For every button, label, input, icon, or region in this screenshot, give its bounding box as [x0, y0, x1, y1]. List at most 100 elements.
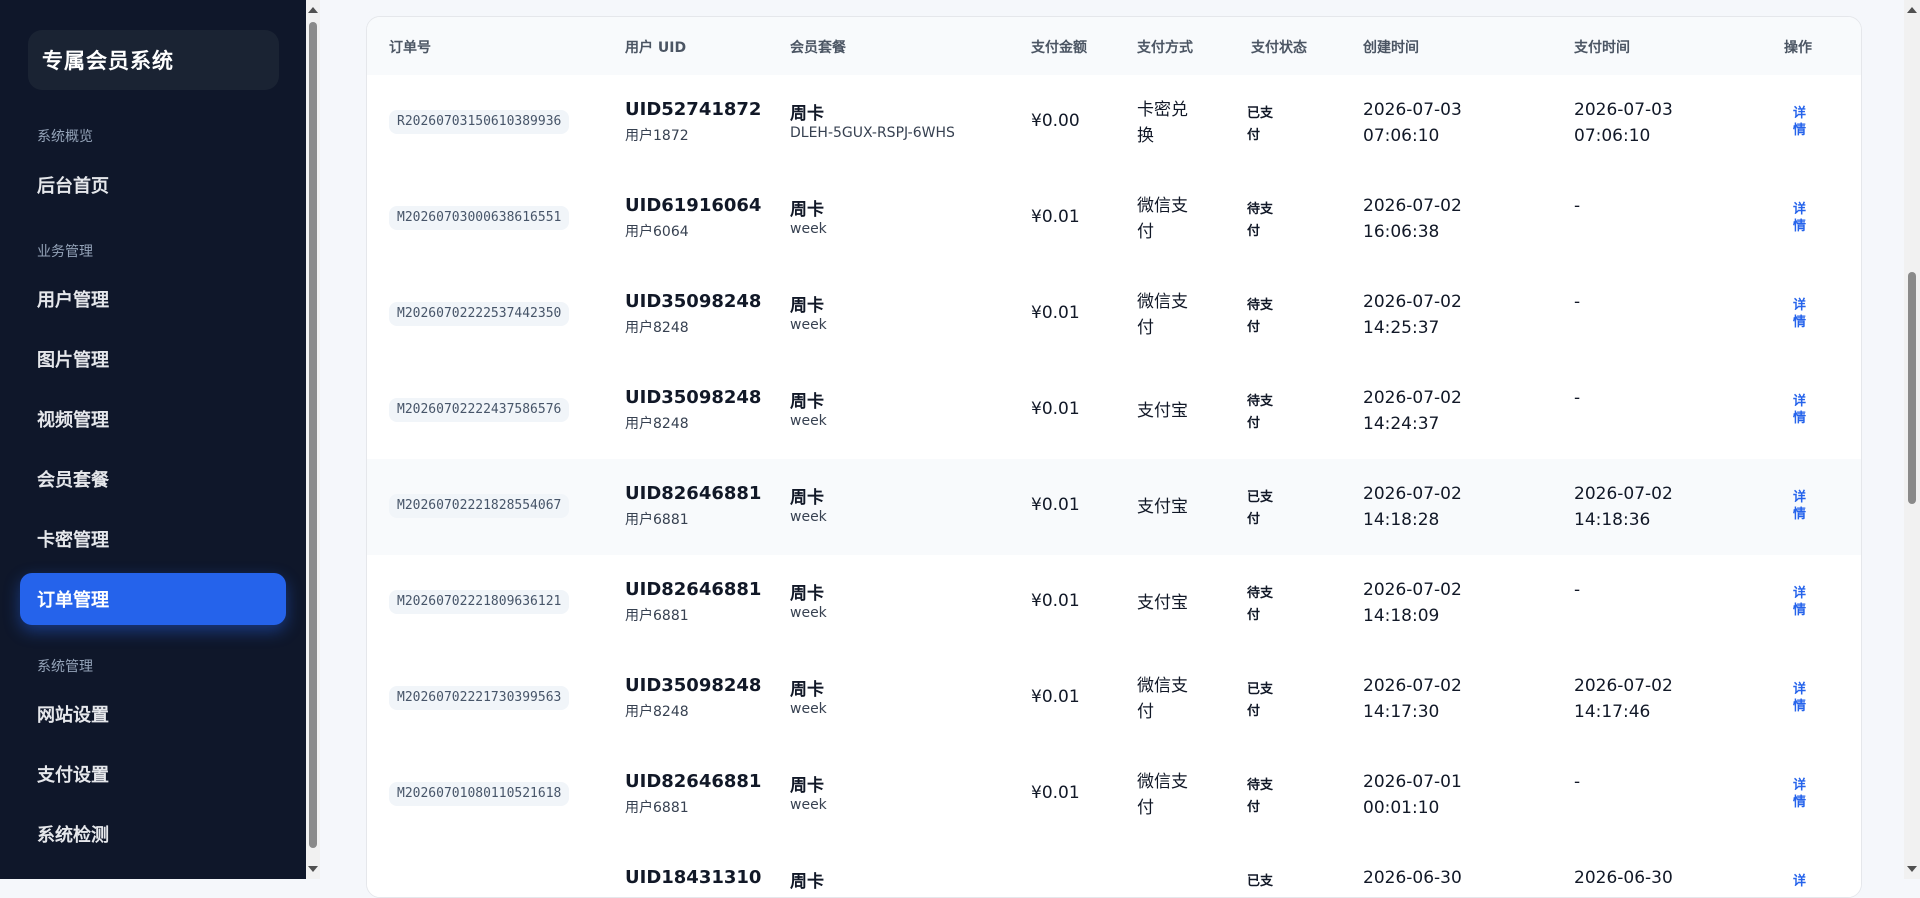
sidebar-item-system-check[interactable]: 系统检测 — [20, 808, 286, 860]
pay-method: 支付宝 — [1137, 593, 1188, 613]
plan-code: DLEH-5GUX-RSPJ-6WHS — [790, 125, 955, 141]
user-uid: UID82646881 — [625, 579, 762, 600]
detail-link[interactable]: 详 — [1793, 873, 1809, 890]
order-number: M20260702221828554067 — [389, 494, 570, 518]
col-header-action: 操作 — [1784, 40, 1812, 56]
sidebar-item-users[interactable]: 用户管理 — [20, 273, 286, 325]
col-header-plan: 会员套餐 — [790, 40, 846, 56]
section-label-overview: 系统概览 — [37, 129, 93, 145]
detail-link[interactable]: 详情 — [1793, 585, 1809, 619]
sidebar-item-cards[interactable]: 卡密管理 — [20, 513, 286, 565]
sidebar-item-videos[interactable]: 视频管理 — [20, 393, 286, 445]
section-label-system: 系统管理 — [37, 659, 93, 675]
pay-method: 微信支付 — [1137, 196, 1188, 242]
pay-method: 支付宝 — [1137, 401, 1188, 421]
user-name: 用户8248 — [625, 320, 689, 336]
user-name: 用户1872 — [625, 128, 689, 144]
status-badge: 待支付 — [1247, 298, 1274, 335]
created-time: 2026-07-02 14:18:28 — [1363, 484, 1462, 530]
detail-link[interactable]: 详情 — [1793, 201, 1809, 235]
table-row: UID18431310 周卡 已支 2026-06-30 2026-06-30 … — [367, 843, 1861, 897]
order-number: M20260702222537442350 — [389, 302, 570, 326]
detail-link[interactable]: 详情 — [1793, 297, 1809, 331]
col-header-status: 支付状态 — [1251, 40, 1307, 56]
status-badge: 待支付 — [1247, 202, 1274, 239]
user-name: 用户8248 — [625, 704, 689, 720]
paid-time: - — [1574, 388, 1581, 408]
sidebar-item-dashboard[interactable]: 后台首页 — [20, 159, 286, 211]
user-name: 用户6881 — [625, 512, 689, 528]
scroll-down-arrow-icon[interactable] — [308, 866, 318, 872]
sidebar-item-orders[interactable]: 订单管理 — [20, 573, 286, 625]
pay-amount: ¥0.01 — [1031, 495, 1080, 515]
plan-code: week — [790, 317, 827, 333]
created-time: 2026-07-02 14:18:09 — [1363, 580, 1462, 626]
pay-amount: ¥0.01 — [1031, 687, 1080, 707]
plan-name: 周卡 — [790, 296, 824, 316]
plan-name: 周卡 — [790, 584, 824, 604]
pay-method: 卡密兑换 — [1137, 100, 1188, 146]
detail-link[interactable]: 详情 — [1793, 105, 1809, 139]
created-time: 2026-07-02 14:25:37 — [1363, 292, 1462, 338]
plan-code: week — [790, 701, 827, 717]
table-row: M20260701080110521618 UID82646881 用户6881… — [367, 747, 1861, 844]
plan-code: week — [790, 221, 827, 237]
scroll-up-arrow-icon[interactable] — [308, 7, 318, 13]
created-time: 2026-07-03 07:06:10 — [1363, 100, 1462, 146]
pay-method: 微信支付 — [1137, 292, 1188, 338]
pay-amount: ¥0.01 — [1031, 207, 1080, 227]
plan-name: 周卡 — [790, 776, 824, 796]
sidebar: 专属会员系统 系统概览 后台首页 业务管理 用户管理 图片管理 视频管理 会员套… — [0, 0, 306, 879]
sidebar-scrollbar[interactable] — [306, 0, 320, 879]
paid-time: - — [1574, 196, 1581, 216]
sidebar-item-plans[interactable]: 会员套餐 — [20, 453, 286, 505]
detail-link[interactable]: 详情 — [1793, 777, 1809, 811]
col-header-created: 创建时间 — [1363, 40, 1419, 56]
main-scroll-thumb[interactable] — [1908, 272, 1916, 504]
plan-code: week — [790, 413, 827, 429]
created-time: 2026-07-02 14:17:30 — [1363, 676, 1462, 722]
pay-method: 微信支付 — [1137, 772, 1188, 818]
table-header: 订单号 用户 UID 会员套餐 支付金额 支付方式 支付状态 创建时间 支付时间… — [367, 17, 1861, 76]
pay-amount: ¥0.01 — [1031, 303, 1080, 323]
created-time: 2026-07-02 16:06:38 — [1363, 196, 1462, 242]
status-badge: 已支付 — [1247, 490, 1274, 527]
scroll-up-arrow-icon[interactable] — [1907, 7, 1917, 13]
col-header-method: 支付方式 — [1137, 40, 1193, 56]
table-row: M20260702221730399563 UID35098248 用户8248… — [367, 651, 1861, 748]
user-uid: UID18431310 — [625, 867, 762, 888]
table-row: M20260703000638616551 UID61916064 用户6064… — [367, 171, 1861, 268]
paid-time: - — [1574, 292, 1581, 312]
paid-time: 2026-07-03 07:06:10 — [1574, 100, 1673, 146]
sidebar-item-images[interactable]: 图片管理 — [20, 333, 286, 385]
sidebar-scroll-thumb[interactable] — [309, 22, 317, 848]
paid-time: - — [1574, 772, 1581, 792]
col-header-paid: 支付时间 — [1574, 40, 1630, 56]
order-number: M20260703000638616551 — [389, 206, 570, 230]
user-uid: UID52741872 — [625, 99, 762, 120]
status-badge: 待支付 — [1247, 778, 1274, 815]
sidebar-item-site-settings[interactable]: 网站设置 — [20, 688, 286, 740]
order-number: R20260703150610389936 — [389, 110, 570, 134]
detail-link[interactable]: 详情 — [1793, 489, 1809, 523]
paid-time: 2026-07-02 14:17:46 — [1574, 676, 1673, 722]
section-label-business: 业务管理 — [37, 244, 93, 260]
table-row: M20260702222537442350 UID35098248 用户8248… — [367, 267, 1861, 364]
plan-name: 周卡 — [790, 488, 824, 508]
sidebar-item-payment-settings[interactable]: 支付设置 — [20, 748, 286, 800]
status-badge: 已支 — [1247, 874, 1274, 889]
table-row: M20260702221809636121 UID82646881 用户6881… — [367, 555, 1861, 652]
table-row: M20260702221828554067 UID82646881 用户6881… — [367, 459, 1861, 556]
main-scrollbar[interactable] — [1904, 0, 1920, 879]
plan-code: week — [790, 797, 827, 813]
detail-link[interactable]: 详情 — [1793, 681, 1809, 715]
pay-amount: ¥0.01 — [1031, 399, 1080, 419]
scroll-down-arrow-icon[interactable] — [1907, 866, 1917, 872]
created-time: 2026-07-02 14:24:37 — [1363, 388, 1462, 434]
status-badge: 已支付 — [1247, 682, 1274, 719]
user-name: 用户6064 — [625, 224, 689, 240]
plan-code: week — [790, 605, 827, 621]
paid-time: 2026-07-02 14:18:36 — [1574, 484, 1673, 530]
detail-link[interactable]: 详情 — [1793, 393, 1809, 427]
order-number: M20260702221809636121 — [389, 590, 570, 614]
